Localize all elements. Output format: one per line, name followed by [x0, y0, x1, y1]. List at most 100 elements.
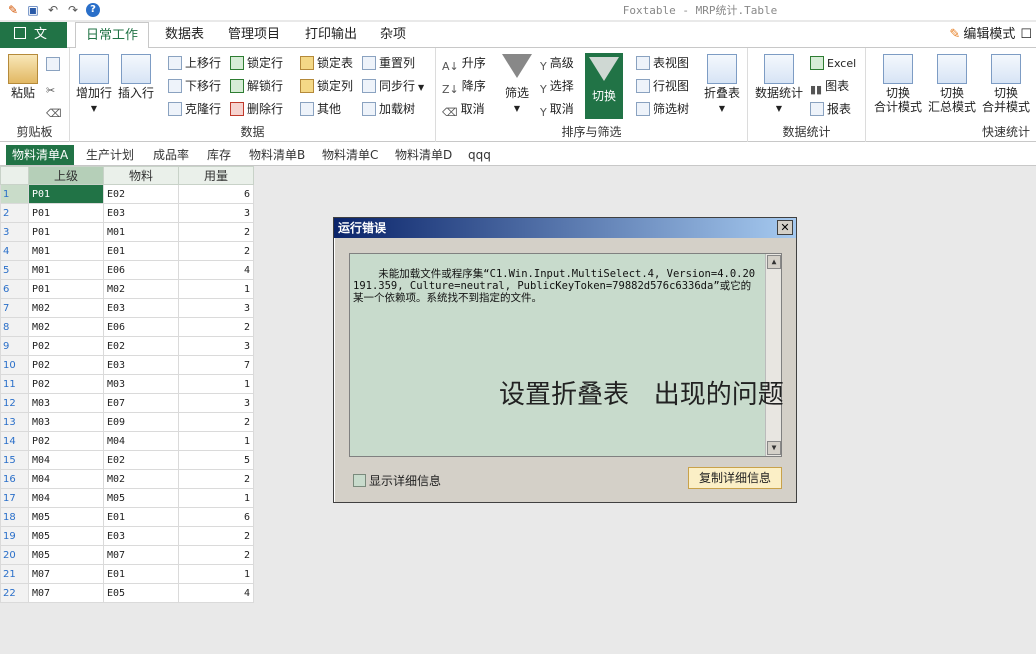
cell-quantity[interactable]: 2	[178, 545, 254, 565]
message-scrollbar[interactable]: ▲ ▼	[765, 254, 781, 456]
cell-quantity[interactable]: 3	[178, 336, 254, 356]
cell-quantity[interactable]: 6	[178, 507, 254, 527]
tab-misc[interactable]: 杂项	[370, 22, 416, 48]
select-filter-button[interactable]: Y 选择	[540, 76, 574, 96]
cell-material[interactable]: E06	[103, 317, 179, 337]
tab-manage-project[interactable]: 管理项目	[218, 22, 290, 48]
cell-material[interactable]: M02	[103, 469, 179, 489]
table-row[interactable]: 4 M01 E01 2	[0, 241, 254, 261]
row-number[interactable]: 12	[0, 393, 29, 413]
filter-button[interactable]: 筛选 ▼	[500, 54, 534, 116]
cell-parent[interactable]: M05	[28, 526, 104, 546]
cell-material[interactable]: M07	[103, 545, 179, 565]
cut-button[interactable]: ✂	[46, 77, 58, 97]
format-painter-button[interactable]: ⌫	[46, 100, 65, 120]
table-row[interactable]: 10 P02 E03 7	[0, 355, 254, 375]
unlock-row-button[interactable]: 解锁行	[230, 76, 283, 96]
table-row[interactable]: 14 P02 M04 1	[0, 431, 254, 451]
row-number[interactable]: 7	[0, 298, 29, 318]
cell-quantity[interactable]: 4	[178, 260, 254, 280]
cell-parent[interactable]: P01	[28, 222, 104, 242]
other-button[interactable]: 其他	[300, 99, 341, 119]
tab-print-output[interactable]: 打印输出	[295, 22, 367, 48]
cell-material[interactable]: E06	[103, 260, 179, 280]
excel-button[interactable]: Excel	[810, 53, 856, 73]
data-stats-button[interactable]: 数据统计 ▼	[754, 54, 804, 116]
load-tree-button[interactable]: 加载树	[362, 99, 415, 119]
sheet-tab-production-plan[interactable]: 生产计划	[80, 145, 140, 165]
lock-column-button[interactable]: 锁定列	[300, 76, 353, 96]
cell-parent[interactable]: M04	[28, 488, 104, 508]
cell-parent[interactable]: M04	[28, 450, 104, 470]
row-number[interactable]: 19	[0, 526, 29, 546]
cell-material[interactable]: E02	[103, 184, 179, 204]
cell-material[interactable]: E09	[103, 412, 179, 432]
cell-quantity[interactable]: 2	[178, 241, 254, 261]
scroll-down-icon[interactable]: ▼	[767, 441, 781, 455]
table-row[interactable]: 15 M04 E02 5	[0, 450, 254, 470]
cell-quantity[interactable]: 3	[178, 298, 254, 318]
cell-quantity[interactable]: 1	[178, 488, 254, 508]
cell-material[interactable]: E07	[103, 393, 179, 413]
cell-material[interactable]: E03	[103, 298, 179, 318]
table-row[interactable]: 11 P02 M03 1	[0, 374, 254, 394]
table-row[interactable]: 8 M02 E06 2	[0, 317, 254, 337]
cell-parent[interactable]: M07	[28, 564, 104, 584]
row-number[interactable]: 3	[0, 222, 29, 242]
cell-parent[interactable]: P01	[28, 184, 104, 204]
cell-parent[interactable]: M02	[28, 298, 104, 318]
copy-details-button[interactable]: 复制详细信息	[688, 467, 782, 489]
table-row[interactable]: 2 P01 E03 3	[0, 203, 254, 223]
error-message-box[interactable]: 未能加载文件或程序集“C1.Win.Input.MultiSelect.4, V…	[349, 253, 782, 457]
row-number[interactable]: 1	[0, 184, 29, 204]
cell-parent[interactable]: M02	[28, 317, 104, 337]
cell-material[interactable]: M01	[103, 222, 179, 242]
cell-parent[interactable]: M05	[28, 507, 104, 527]
table-row[interactable]: 7 M02 E03 3	[0, 298, 254, 318]
cell-quantity[interactable]: 2	[178, 412, 254, 432]
table-row[interactable]: 17 M04 M05 1	[0, 488, 254, 508]
cell-material[interactable]: E03	[103, 203, 179, 223]
row-number[interactable]: 8	[0, 317, 29, 337]
cell-material[interactable]: E01	[103, 507, 179, 527]
cell-quantity[interactable]: 1	[178, 431, 254, 451]
chart-button[interactable]: ▮▮ 图表	[810, 76, 849, 96]
sheet-tab-bom-b[interactable]: 物料清单B	[243, 145, 311, 165]
table-row[interactable]: 20 M05 M07 2	[0, 545, 254, 565]
cell-parent[interactable]: P02	[28, 355, 104, 375]
row-number[interactable]: 2	[0, 203, 29, 223]
toggle-summary-mode-button[interactable]: 切换 汇总模式	[926, 54, 978, 114]
cell-parent[interactable]: M03	[28, 412, 104, 432]
table-row[interactable]: 9 P02 E02 3	[0, 336, 254, 356]
cell-quantity[interactable]: 4	[178, 583, 254, 603]
row-number[interactable]: 17	[0, 488, 29, 508]
lock-table-button[interactable]: 锁定表	[300, 53, 353, 73]
reset-column-button[interactable]: 重置列	[362, 53, 415, 73]
row-number[interactable]: 20	[0, 545, 29, 565]
cell-quantity[interactable]: 6	[178, 184, 254, 204]
column-header-material[interactable]: 物料	[103, 166, 179, 185]
table-row[interactable]: 12 M03 E07 3	[0, 393, 254, 413]
row-number[interactable]: 5	[0, 260, 29, 280]
row-view-button[interactable]: 行视图	[636, 76, 689, 96]
cell-parent[interactable]: P01	[28, 279, 104, 299]
cell-material[interactable]: E03	[103, 526, 179, 546]
row-number[interactable]: 9	[0, 336, 29, 356]
cell-quantity[interactable]: 1	[178, 374, 254, 394]
cell-parent[interactable]: M05	[28, 545, 104, 565]
row-number[interactable]: 6	[0, 279, 29, 299]
column-header-quantity[interactable]: 用量	[178, 166, 254, 185]
sort-desc-button[interactable]: Z↓ 降序	[442, 76, 486, 96]
cell-parent[interactable]: P02	[28, 336, 104, 356]
table-row[interactable]: 18 M05 E01 6	[0, 507, 254, 527]
cell-quantity[interactable]: 2	[178, 526, 254, 546]
sheet-tab-qqq[interactable]: qqq	[462, 145, 497, 165]
cell-material[interactable]: M04	[103, 431, 179, 451]
cell-quantity[interactable]: 2	[178, 222, 254, 242]
filter-tree-button[interactable]: 筛选树	[636, 99, 689, 119]
sheet-tab-bom-a[interactable]: 物料清单A	[6, 145, 75, 165]
cell-material[interactable]: E03	[103, 355, 179, 375]
cell-material[interactable]: E02	[103, 450, 179, 470]
row-number[interactable]: 22	[0, 583, 29, 603]
row-number[interactable]: 15	[0, 450, 29, 470]
